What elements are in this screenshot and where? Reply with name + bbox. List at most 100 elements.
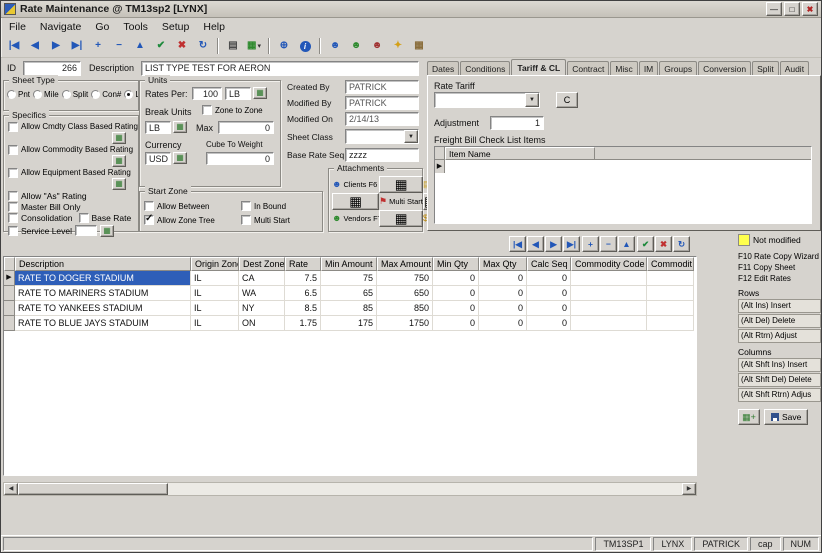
adjustment-field[interactable]: 1 [490,116,544,130]
equipment-lookup-button[interactable]: ▦ [112,178,126,190]
table-cell[interactable]: 0 [527,301,571,316]
menu-item[interactable]: Setup [155,20,196,34]
id-field[interactable]: 266 [23,61,81,76]
clients-button[interactable]: ☻ [325,37,345,55]
maximize-button[interactable]: □ [784,2,800,16]
table-cell[interactable]: NY [239,301,285,316]
table-cell[interactable]: 6.5 [285,286,321,301]
tab-audit[interactable]: Audit [780,61,809,75]
tab-split[interactable]: Split [752,61,779,75]
sheet-type-mile-radio[interactable]: Mile [33,90,59,99]
grid-post-button[interactable]: ✔ [637,236,654,252]
table-cell[interactable]: 0 [433,316,479,331]
table-cell[interactable]: 1.75 [285,316,321,331]
tab-conditions[interactable]: Conditions [460,61,510,75]
vendors-f7-more-button[interactable]: ▦ [379,176,423,193]
base-rate-checkbox[interactable]: Base Rate [79,213,132,223]
table-cell[interactable]: RATE TO BLUE JAYS STADUIM [15,316,191,331]
grid-insert-button[interactable]: + [582,236,599,252]
delete-record-button[interactable]: − [109,37,129,55]
table-cell[interactable]: 85 [321,301,377,316]
sheet-type-pnt-radio[interactable]: Pnt [7,90,30,99]
last-record-button[interactable]: ▶| [67,37,87,55]
menu-item[interactable]: File [2,20,33,34]
menu-item[interactable]: Go [88,20,116,34]
table-cell[interactable]: 75 [321,271,377,286]
scroll-left-button[interactable]: ◀ [4,483,18,495]
table-cell[interactable]: IL [191,271,239,286]
service-level-lookup-button[interactable]: ▦ [100,225,114,237]
table-cell[interactable]: 0 [433,286,479,301]
table-cell[interactable] [571,271,647,286]
column-header[interactable]: Dest Zone [239,257,285,271]
vendors-f7-button[interactable]: ☻Vendors F7 [332,210,379,227]
edit-record-button[interactable]: ▲ [130,37,150,55]
allow-commodity-checkbox[interactable]: Allow Commodity Based Rating [8,145,133,155]
cube-to-weight-field[interactable]: 0 [206,152,274,165]
column-header[interactable]: Rate [285,257,321,271]
description-field[interactable]: LIST TYPE TEST FOR AERON [141,61,419,76]
tab-groups[interactable]: Groups [659,61,697,75]
table-cell[interactable]: 850 [377,301,433,316]
column-header[interactable]: Commodit [647,257,694,271]
table-cell[interactable]: WA [239,286,285,301]
table-cell[interactable] [647,271,694,286]
rates-per-field[interactable]: 100 [192,87,222,100]
break-units-field[interactable]: LB [145,121,171,134]
sidebar-action[interactable]: (Alt Ins) Insert [738,299,821,313]
vendors-button[interactable]: ☻ [346,37,366,55]
internet-button[interactable]: ⊕ [274,37,294,55]
column-header[interactable]: Min Amount [321,257,377,271]
grid-cancel-button[interactable]: ✖ [655,236,672,252]
table-cell[interactable]: 750 [377,271,433,286]
tab-contract[interactable]: Contract [567,61,609,75]
commodity-lookup-button[interactable]: ▦ [112,155,126,167]
scroll-right-button[interactable]: ▶ [682,483,696,495]
allow-zone-tree-checkbox[interactable]: Allow Zone Tree [144,213,241,227]
break-units-lookup-button[interactable]: ▦ [173,121,187,133]
service-level-field[interactable] [75,225,97,236]
multi-start-pts-button[interactable]: ⚑Multi Start Pts [379,193,423,210]
company-button[interactable]: ▦ [409,37,429,55]
allow-cmdty-class-checkbox[interactable]: Allow Cmdty Class Based Rating [8,122,138,132]
tab-misc[interactable]: Misc [610,61,637,75]
table-row[interactable]: RATE TO YANKEES STADIUM IL NY 8.5 85 850… [4,301,696,316]
minimize-button[interactable]: — [766,2,782,16]
table-cell[interactable]: 7.5 [285,271,321,286]
menu-item[interactable]: Tools [116,20,155,34]
sidebar-action[interactable]: (Alt Shft Ins) Insert [738,358,821,372]
menu-item[interactable]: Help [196,20,232,34]
master-bill-only-checkbox[interactable]: Master Bill Only [8,202,81,212]
multi-start-pts-more-button[interactable]: ▦ [379,210,423,227]
table-cell[interactable] [647,301,694,316]
table-cell[interactable]: ON [239,316,285,331]
clients-f6-more-button[interactable]: ▦ [332,193,379,210]
grid-ref-button[interactable]: ↻ [673,236,690,252]
about-button[interactable]: i [295,37,315,55]
prior-record-button[interactable]: ◀ [25,37,45,55]
table-cell[interactable]: 8.5 [285,301,321,316]
security-key-button[interactable]: ✦ [388,37,408,55]
rate-tariff-combo[interactable]: ▼ [434,92,540,108]
table-cell[interactable] [647,286,694,301]
menu-item[interactable]: Navigate [33,20,88,34]
cancel-edit-button[interactable]: ✖ [172,37,192,55]
table-cell[interactable]: RATE TO MARINERS STADIUM [15,286,191,301]
users-button[interactable]: ☻ [367,37,387,55]
multi-start-checkbox[interactable]: Multi Start [241,213,321,227]
sheet-class-combo[interactable]: ▼ [345,129,419,144]
grid-first-button[interactable]: |◀ [509,236,526,252]
table-cell[interactable] [571,301,647,316]
column-header[interactable]: Origin Zone [191,257,239,271]
rate-tariff-dropdown-button[interactable]: ▼ [525,93,539,107]
table-cell[interactable]: 0 [527,286,571,301]
allow-as-rating-checkbox[interactable]: Allow "As" Rating [8,191,87,201]
table-cell[interactable]: 1750 [377,316,433,331]
clients-f6-button[interactable]: ☻Clients F6 [332,176,379,193]
currency-lookup-button[interactable]: ▦ [173,152,187,164]
allow-between-checkbox[interactable]: Allow Between [144,199,241,213]
cmdty-class-lookup-button[interactable]: ▦ [112,132,126,144]
tab-tariff-cl[interactable]: Tariff & CL [511,59,566,75]
sheet-type-con-radio[interactable]: Con# [91,90,121,99]
table-cell[interactable]: RATE TO DOGER STADIUM [15,271,191,286]
